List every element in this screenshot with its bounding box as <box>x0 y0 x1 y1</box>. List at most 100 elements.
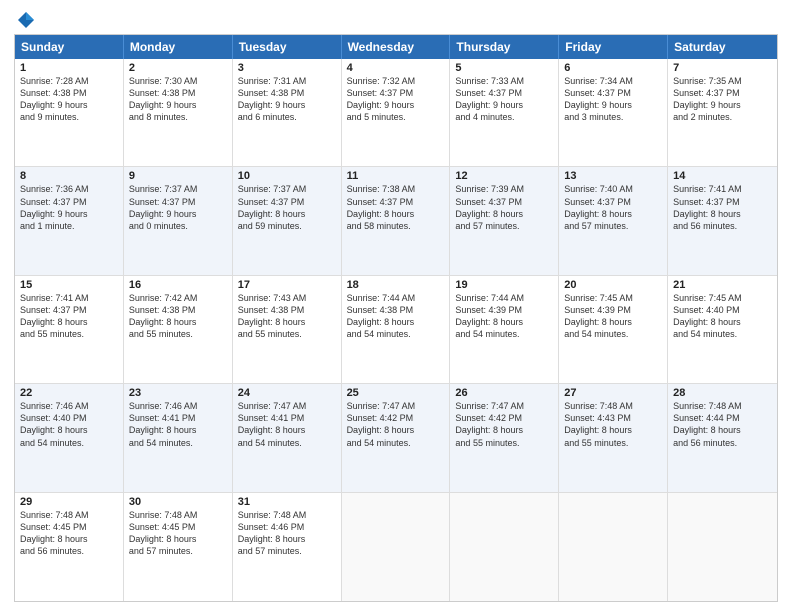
calendar-row: 8Sunrise: 7:36 AMSunset: 4:37 PMDaylight… <box>15 167 777 275</box>
day-number: 10 <box>238 170 336 182</box>
cell-text: Sunset: 4:37 PM <box>564 196 662 208</box>
header <box>14 10 778 30</box>
cell-text: and 59 minutes. <box>238 220 336 232</box>
table-row: 28Sunrise: 7:48 AMSunset: 4:44 PMDayligh… <box>668 384 777 491</box>
table-row: 29Sunrise: 7:48 AMSunset: 4:45 PMDayligh… <box>15 493 124 601</box>
cell-text: Sunrise: 7:30 AM <box>129 75 227 87</box>
day-number: 27 <box>564 387 662 399</box>
cell-text: Sunset: 4:37 PM <box>20 304 118 316</box>
table-row: 17Sunrise: 7:43 AMSunset: 4:38 PMDayligh… <box>233 276 342 383</box>
table-row: 15Sunrise: 7:41 AMSunset: 4:37 PMDayligh… <box>15 276 124 383</box>
cell-text: Sunset: 4:37 PM <box>129 196 227 208</box>
cell-text: Daylight: 9 hours <box>673 99 772 111</box>
cell-text: Daylight: 8 hours <box>238 208 336 220</box>
table-row: 22Sunrise: 7:46 AMSunset: 4:40 PMDayligh… <box>15 384 124 491</box>
table-row <box>342 493 451 601</box>
calendar: Sunday Monday Tuesday Wednesday Thursday… <box>14 34 778 602</box>
cell-text: Sunrise: 7:48 AM <box>129 509 227 521</box>
table-row: 6Sunrise: 7:34 AMSunset: 4:37 PMDaylight… <box>559 59 668 166</box>
cell-text: Sunset: 4:46 PM <box>238 521 336 533</box>
cell-text: Sunset: 4:37 PM <box>673 196 772 208</box>
table-row: 18Sunrise: 7:44 AMSunset: 4:38 PMDayligh… <box>342 276 451 383</box>
cell-text: and 54 minutes. <box>129 437 227 449</box>
cell-text: Sunrise: 7:47 AM <box>455 400 553 412</box>
cell-text: Daylight: 8 hours <box>347 316 445 328</box>
day-number: 4 <box>347 62 445 74</box>
day-number: 12 <box>455 170 553 182</box>
cell-text: Sunrise: 7:47 AM <box>347 400 445 412</box>
table-row: 8Sunrise: 7:36 AMSunset: 4:37 PMDaylight… <box>15 167 124 274</box>
header-monday: Monday <box>124 35 233 59</box>
cell-text: Daylight: 8 hours <box>238 533 336 545</box>
cell-text: Sunrise: 7:44 AM <box>455 292 553 304</box>
cell-text: and 56 minutes. <box>20 545 118 557</box>
table-row: 11Sunrise: 7:38 AMSunset: 4:37 PMDayligh… <box>342 167 451 274</box>
day-number: 14 <box>673 170 772 182</box>
cell-text: Sunset: 4:44 PM <box>673 412 772 424</box>
day-number: 20 <box>564 279 662 291</box>
cell-text: Sunrise: 7:39 AM <box>455 183 553 195</box>
cell-text: Sunset: 4:45 PM <box>20 521 118 533</box>
cell-text: and 57 minutes. <box>564 220 662 232</box>
table-row: 3Sunrise: 7:31 AMSunset: 4:38 PMDaylight… <box>233 59 342 166</box>
cell-text: Sunrise: 7:48 AM <box>20 509 118 521</box>
day-number: 9 <box>129 170 227 182</box>
table-row: 16Sunrise: 7:42 AMSunset: 4:38 PMDayligh… <box>124 276 233 383</box>
header-sunday: Sunday <box>15 35 124 59</box>
cell-text: Sunset: 4:37 PM <box>673 87 772 99</box>
day-number: 7 <box>673 62 772 74</box>
day-number: 30 <box>129 496 227 508</box>
cell-text: Sunset: 4:38 PM <box>129 304 227 316</box>
logo-icon <box>16 10 36 30</box>
cell-text: Sunrise: 7:44 AM <box>347 292 445 304</box>
cell-text: Sunrise: 7:38 AM <box>347 183 445 195</box>
day-number: 18 <box>347 279 445 291</box>
cell-text: Daylight: 8 hours <box>347 424 445 436</box>
table-row: 9Sunrise: 7:37 AMSunset: 4:37 PMDaylight… <box>124 167 233 274</box>
cell-text: and 55 minutes. <box>20 328 118 340</box>
header-thursday: Thursday <box>450 35 559 59</box>
day-number: 28 <box>673 387 772 399</box>
cell-text: and 58 minutes. <box>347 220 445 232</box>
table-row: 26Sunrise: 7:47 AMSunset: 4:42 PMDayligh… <box>450 384 559 491</box>
cell-text: Sunrise: 7:33 AM <box>455 75 553 87</box>
table-row: 31Sunrise: 7:48 AMSunset: 4:46 PMDayligh… <box>233 493 342 601</box>
cell-text: Sunrise: 7:34 AM <box>564 75 662 87</box>
table-row: 5Sunrise: 7:33 AMSunset: 4:37 PMDaylight… <box>450 59 559 166</box>
table-row: 30Sunrise: 7:48 AMSunset: 4:45 PMDayligh… <box>124 493 233 601</box>
cell-text: Sunrise: 7:47 AM <box>238 400 336 412</box>
cell-text: Sunset: 4:42 PM <box>347 412 445 424</box>
cell-text: Sunset: 4:37 PM <box>347 196 445 208</box>
cell-text: Daylight: 8 hours <box>20 316 118 328</box>
cell-text: Daylight: 8 hours <box>673 208 772 220</box>
calendar-row: 15Sunrise: 7:41 AMSunset: 4:37 PMDayligh… <box>15 276 777 384</box>
cell-text: Sunset: 4:39 PM <box>455 304 553 316</box>
cell-text: Sunrise: 7:46 AM <box>20 400 118 412</box>
cell-text: Daylight: 8 hours <box>129 316 227 328</box>
cell-text: and 2 minutes. <box>673 111 772 123</box>
calendar-body: 1Sunrise: 7:28 AMSunset: 4:38 PMDaylight… <box>15 59 777 601</box>
table-row <box>559 493 668 601</box>
cell-text: and 54 minutes. <box>564 328 662 340</box>
table-row: 23Sunrise: 7:46 AMSunset: 4:41 PMDayligh… <box>124 384 233 491</box>
cell-text: and 55 minutes. <box>238 328 336 340</box>
cell-text: Daylight: 8 hours <box>347 208 445 220</box>
cell-text: Sunrise: 7:35 AM <box>673 75 772 87</box>
calendar-row: 1Sunrise: 7:28 AMSunset: 4:38 PMDaylight… <box>15 59 777 167</box>
cell-text: and 57 minutes. <box>455 220 553 232</box>
cell-text: Sunrise: 7:32 AM <box>347 75 445 87</box>
table-row: 14Sunrise: 7:41 AMSunset: 4:37 PMDayligh… <box>668 167 777 274</box>
cell-text: and 54 minutes. <box>238 437 336 449</box>
calendar-row: 29Sunrise: 7:48 AMSunset: 4:45 PMDayligh… <box>15 493 777 601</box>
table-row: 1Sunrise: 7:28 AMSunset: 4:38 PMDaylight… <box>15 59 124 166</box>
cell-text: Sunset: 4:38 PM <box>238 87 336 99</box>
day-number: 26 <box>455 387 553 399</box>
cell-text: Daylight: 8 hours <box>673 316 772 328</box>
cell-text: Daylight: 8 hours <box>673 424 772 436</box>
day-number: 16 <box>129 279 227 291</box>
table-row: 27Sunrise: 7:48 AMSunset: 4:43 PMDayligh… <box>559 384 668 491</box>
cell-text: and 55 minutes. <box>564 437 662 449</box>
table-row: 7Sunrise: 7:35 AMSunset: 4:37 PMDaylight… <box>668 59 777 166</box>
cell-text: and 54 minutes. <box>455 328 553 340</box>
header-friday: Friday <box>559 35 668 59</box>
